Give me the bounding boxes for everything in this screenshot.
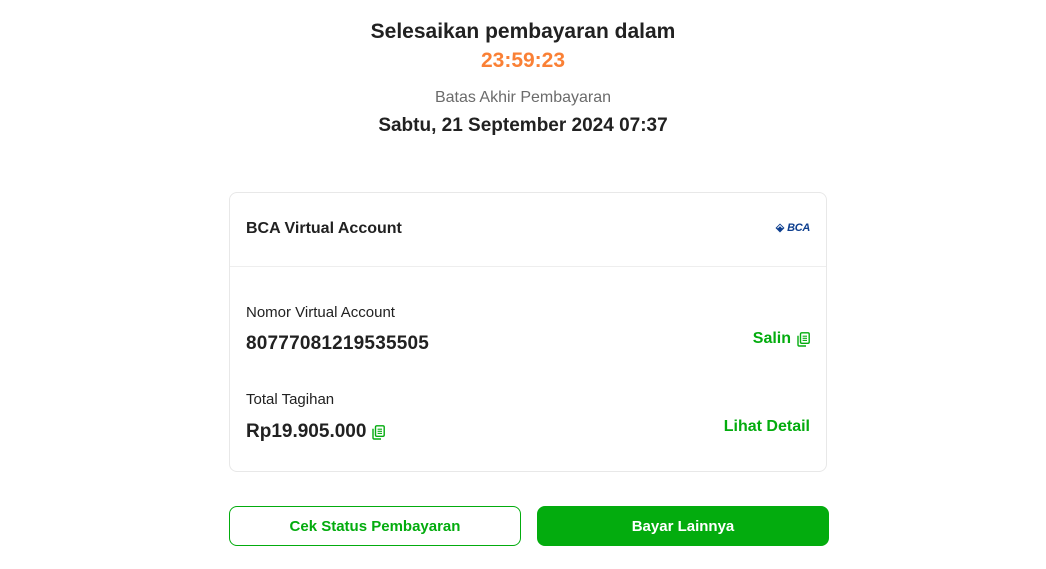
deadline-label: Batas Akhir Pembayaran <box>434 89 612 106</box>
payment-page: Selesaikan pembayaran dalam 23:59:23 Bat… <box>0 0 1046 569</box>
copy-va-label: Salin <box>752 330 791 347</box>
total-bill-row: Rp19.905.000 <box>246 421 386 443</box>
total-bill-value: Rp19.905.000 <box>246 421 367 442</box>
copy-va-button[interactable]: Salin <box>753 330 810 348</box>
total-bill-label: Total Tagihan <box>246 391 335 408</box>
va-number-value: 80777081219535505 <box>246 333 430 354</box>
copy-icon <box>797 331 810 347</box>
bca-emblem-icon <box>775 223 785 233</box>
payment-card: BCA Virtual Account BCA Nomor Virtual Ac… <box>229 192 827 472</box>
deadline-value: Sabtu, 21 September 2024 07:37 <box>378 115 668 136</box>
view-detail-link[interactable]: Lihat Detail <box>724 418 810 436</box>
va-number-label: Nomor Virtual Account <box>246 304 395 321</box>
pay-other-button[interactable]: Bayar Lainnya <box>537 506 829 546</box>
copy-icon <box>372 424 386 440</box>
check-payment-status-button[interactable]: Cek Status Pembayaran <box>229 506 521 546</box>
copy-total-button[interactable] <box>372 424 386 440</box>
bca-logo-text: BCA <box>787 222 810 234</box>
page-title: Selesaikan pembayaran dalam <box>370 20 676 43</box>
payment-method-name: BCA Virtual Account <box>246 220 402 237</box>
bca-logo-icon: BCA <box>775 222 810 234</box>
countdown-timer: 23:59:23 <box>480 49 566 72</box>
payment-card-header: BCA Virtual Account BCA <box>230 193 826 267</box>
